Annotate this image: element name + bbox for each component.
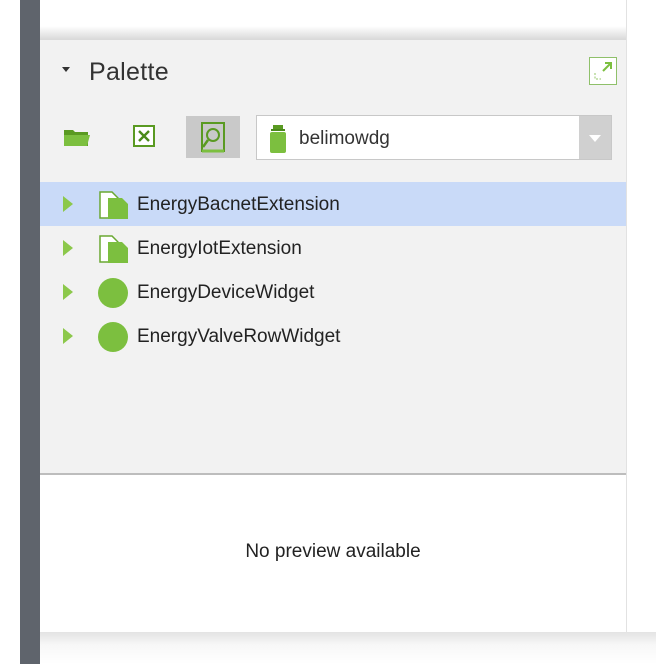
tree-item-label: EnergyDeviceWidget xyxy=(137,282,315,303)
maximize-icon[interactable] xyxy=(589,57,617,85)
module-select[interactable]: belimowdg xyxy=(256,115,612,160)
module-select-value: belimowdg xyxy=(299,128,390,149)
expand-arrow-icon[interactable] xyxy=(63,328,73,344)
widget-circle-icon xyxy=(97,321,129,353)
component-type-icon xyxy=(97,233,129,265)
preview-message: No preview available xyxy=(245,541,421,562)
tree-item-label: EnergyBacnetExtension xyxy=(137,194,340,215)
palette-toolbar: belimowdg xyxy=(40,104,626,166)
right-edge-panel xyxy=(626,0,656,632)
find-module-icon[interactable] xyxy=(186,116,240,158)
component-type-icon xyxy=(97,189,129,221)
tree-item[interactable]: EnergyDeviceWidget xyxy=(40,270,626,314)
tree-item-label: EnergyIotExtension xyxy=(137,238,302,259)
expand-arrow-icon[interactable] xyxy=(63,196,73,212)
palette-title: Palette xyxy=(89,58,169,86)
palette-header: Palette xyxy=(40,40,626,104)
chevron-down-icon[interactable] xyxy=(579,116,611,159)
tree-item[interactable]: EnergyIotExtension xyxy=(40,226,626,270)
preview-pane: No preview available xyxy=(40,475,626,632)
tree-item[interactable]: EnergyBacnetExtension xyxy=(40,182,626,226)
caret-down-icon[interactable] xyxy=(62,67,70,72)
left-side-bar xyxy=(20,0,40,664)
widget-circle-icon xyxy=(97,277,129,309)
bottom-strip xyxy=(40,632,656,664)
tree-item-label: EnergyValveRowWidget xyxy=(137,326,341,347)
expand-arrow-icon[interactable] xyxy=(63,240,73,256)
folder-open-icon[interactable] xyxy=(60,120,94,154)
top-strip xyxy=(40,0,656,40)
jar-icon xyxy=(267,124,289,159)
palette-panel: Palette belimowdg EnergyBacnetExtension … xyxy=(40,40,626,632)
tree-item[interactable]: EnergyValveRowWidget xyxy=(40,314,626,358)
close-box-icon[interactable] xyxy=(128,120,162,154)
expand-arrow-icon[interactable] xyxy=(63,284,73,300)
